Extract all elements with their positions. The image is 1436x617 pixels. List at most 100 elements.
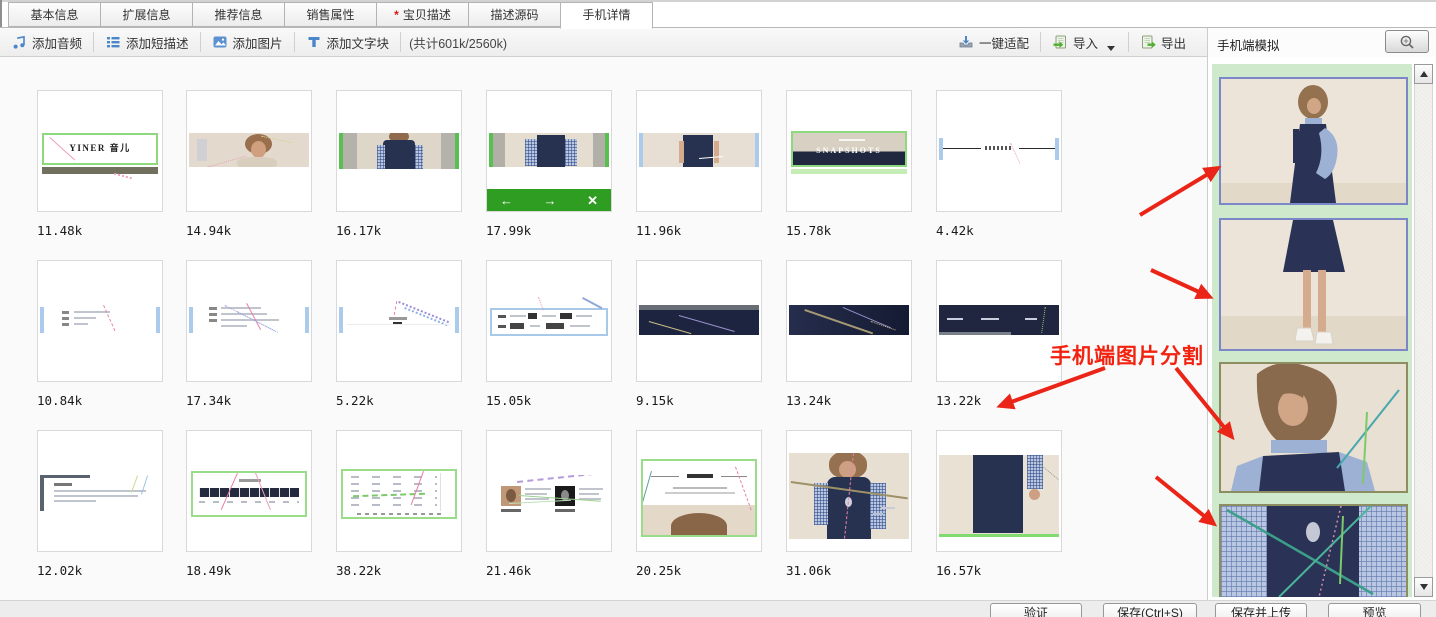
tab-description-source[interactable]: 描述源码 [468,2,561,27]
thumbnail-card[interactable]: SNAPSHOTS [786,90,912,212]
thumbnail-size: 20.25k [636,563,681,578]
save-and-upload-button[interactable]: 保存并上传 [1215,603,1307,617]
add-audio-button[interactable]: 添加音频 [0,28,93,56]
add-short-description-button[interactable]: 添加短描述 [94,28,200,56]
thumbnail-size: 15.78k [786,223,831,238]
thumbnail-size: 21.46k [486,563,531,578]
thumbnail-card[interactable] [186,90,312,212]
thumbnail-image-strip: SNAPSHOTS [791,131,907,167]
thumbnail-card[interactable] [636,430,762,552]
add-text-block-button[interactable]: 添加文字块 [295,28,401,56]
toolbar: 添加音频 添加短描述 添加图片 添加文字块 (共计601k/2560k) 一键适… [0,28,1207,57]
thumbnail-card[interactable] [336,90,462,212]
thumbnail-size: 14.94k [186,223,231,238]
tab-label: 宝贝描述 [403,8,451,22]
thumbnail-image-strip [939,305,1059,335]
thumbnail-image-strip [341,469,457,519]
preview-segment-1[interactable] [1219,77,1408,205]
thumbnail-size: 17.34k [186,393,231,408]
thumbnail-card[interactable] [786,430,912,552]
thumbnail-size: 13.24k [786,393,831,408]
thumbnail-card[interactable] [936,260,1062,382]
thumbnail-card[interactable] [37,260,163,382]
thumbnail-size: 38.22k [336,563,381,578]
preview-segment-2[interactable] [1219,218,1408,351]
thumbnail-card[interactable] [936,90,1062,212]
thumbnail-card[interactable] [186,430,312,552]
import-dropdown-caret-icon[interactable] [1107,46,1115,51]
tab-sale-attributes[interactable]: 销售属性 [284,2,377,27]
thumbnail-card-selected[interactable]: ← → ✕ [486,90,612,212]
delete-icon[interactable]: ✕ [587,194,598,207]
model-photo-lower [1221,220,1406,349]
thumbnail-card[interactable] [936,430,1062,552]
preview-button[interactable]: 预览 [1328,603,1421,617]
tab-label: 销售属性 [306,8,354,22]
preview-zoom-button[interactable] [1385,30,1429,53]
magnifier-icon [1399,34,1415,50]
export-button[interactable]: 导出 [1129,28,1197,56]
thumbnail-card[interactable] [786,260,912,382]
thumbnail-image-strip [490,308,608,336]
add-image-label: 添加图片 [233,33,283,52]
thumbnail-size: 11.48k [37,223,82,238]
mobile-preview-title: 手机端模拟 [1217,35,1280,54]
import-button[interactable]: 导入 [1041,28,1128,56]
music-note-icon [11,34,27,50]
scroll-up-button[interactable] [1414,64,1433,84]
thumbnail-image-strip [40,475,160,511]
tab-label: 基本信息 [30,8,78,22]
export-label: 导出 [1161,33,1186,52]
thumbnail-card[interactable] [636,90,762,212]
thumbnail-image-strip [339,133,459,169]
add-audio-label: 添加音频 [32,33,82,52]
thumbnail-card[interactable]: YINER 音儿 [37,90,163,212]
thumbnail-card[interactable] [37,430,163,552]
thumbnail-image-strip [639,133,759,167]
preview-segment-3[interactable] [1219,362,1408,493]
thumbnail-size: 16.57k [936,563,981,578]
thumbnail-image-strip [789,305,909,335]
tab-item-description[interactable]: * 宝贝描述 [376,2,469,27]
preview-scrollbar-track[interactable] [1414,64,1433,597]
one-click-adapt-button[interactable]: 一键适配 [947,28,1040,56]
thumbnail-image-strip [789,453,909,539]
save-button[interactable]: 保存(Ctrl+S) [1103,603,1197,617]
tab-recommend-info[interactable]: 推荐信息 [192,2,285,27]
model-photo-detail [1221,506,1406,597]
thumbnail-size: 18.49k [186,563,231,578]
tab-mobile-detail[interactable]: 手机详情 [560,2,653,29]
move-left-icon[interactable]: ← [500,194,513,207]
preview-segment-4[interactable] [1219,504,1408,597]
text-icon [306,34,322,50]
import-icon [1052,34,1068,50]
toolbar-right-group: 一键适配 导入 导出 [947,28,1197,56]
list-icon [105,34,121,50]
annotation-text: 手机端图片分割 [1050,340,1204,370]
adapt-download-icon [958,34,974,50]
thumbnail-card[interactable] [336,260,462,382]
add-image-button[interactable]: 添加图片 [201,28,294,56]
required-asterisk: * [394,8,399,22]
thumbnail-card[interactable] [186,260,312,382]
one-click-adapt-label: 一键适配 [979,33,1029,52]
add-short-description-label: 添加短描述 [126,33,189,52]
tab-basic-info[interactable]: 基本信息 [8,2,101,27]
thumbnail-card[interactable] [486,430,612,552]
thumbnail-image-strip [489,475,609,517]
validate-button[interactable]: 验证 [990,603,1082,617]
move-right-icon[interactable]: → [544,194,557,207]
thumbnail-size: 17.99k [486,223,531,238]
panel-divider [1207,28,1208,600]
thumbnail-card[interactable] [336,430,462,552]
thumbnail-card[interactable] [486,260,612,382]
capacity-counter: (共计601k/2560k) [409,33,507,52]
export-icon [1140,34,1156,50]
thumbnail-size: 12.02k [37,563,82,578]
tab-extended-info[interactable]: 扩展信息 [100,2,193,27]
triangle-down-icon [1420,584,1428,590]
scroll-down-button[interactable] [1414,577,1433,597]
thumbnail-action-bar: ← → ✕ [487,189,611,211]
tab-label: 描述源码 [490,8,538,22]
thumbnail-card[interactable] [636,260,762,382]
